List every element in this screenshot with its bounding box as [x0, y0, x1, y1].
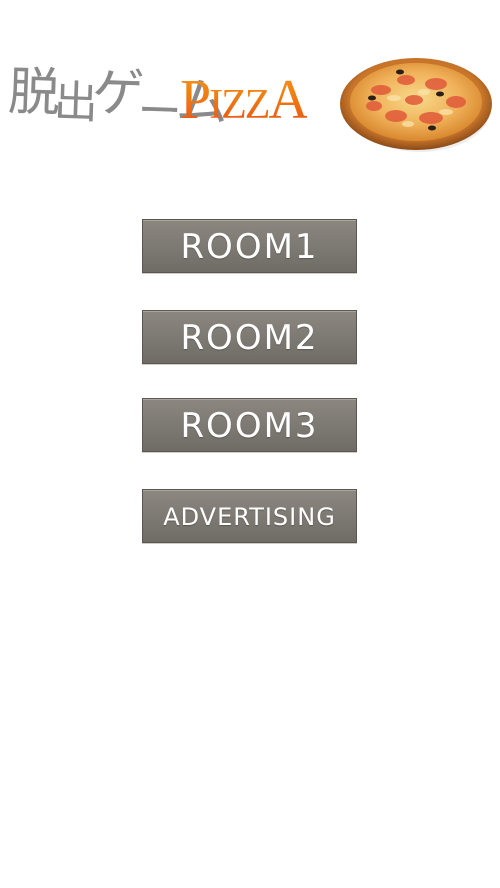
title-char: ゲ	[91, 62, 140, 125]
title-char: ー	[136, 85, 177, 138]
game-title-logo: 脱出ゲーム PIZZA	[0, 50, 500, 160]
title-english: PIZZA	[180, 60, 307, 145]
advertising-button[interactable]: ADVERTISING	[142, 489, 357, 543]
room1-button[interactable]: ROOM1	[142, 219, 357, 273]
title-char: 脱	[7, 62, 56, 124]
title-english-izz: IZZ	[209, 82, 269, 128]
title-char: 出	[52, 76, 93, 129]
pizza-image	[340, 58, 492, 152]
room3-button[interactable]: ROOM3	[142, 398, 357, 452]
title-english-a: A	[268, 69, 307, 131]
title-english-p: P	[180, 69, 210, 131]
room2-button[interactable]: ROOM2	[142, 310, 357, 364]
